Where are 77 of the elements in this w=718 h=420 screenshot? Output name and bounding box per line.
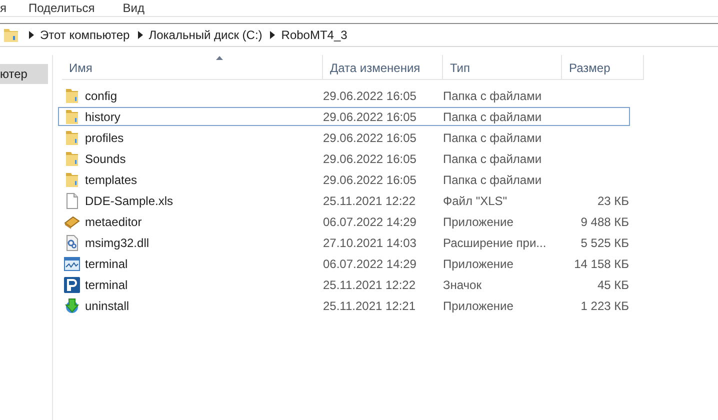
date-modified: 27.10.2021 14:03 bbox=[323, 236, 416, 250]
file-size: 5 525 КБ bbox=[580, 236, 629, 250]
folder-icon bbox=[64, 108, 80, 124]
file-size: 1 223 КБ bbox=[580, 298, 629, 312]
file-name: terminal bbox=[85, 256, 128, 270]
file-name: DDE-Sample.xls bbox=[85, 194, 174, 208]
file-row[interactable]: terminal 06.07.2022 14:29 Приложение 14 158 КБ bbox=[58, 254, 630, 273]
file-type: Расширение при... bbox=[443, 236, 546, 250]
file-row[interactable]: history 29.06.2022 16:05 Папка с файлами bbox=[58, 107, 630, 126]
file-type: Папка с файлами bbox=[443, 152, 542, 166]
file-row[interactable]: uninstall 25.11.2021 12:21 Приложение 1 223 КБ bbox=[58, 296, 630, 315]
date-modified: 29.06.2022 16:05 bbox=[323, 172, 416, 186]
installer-icon bbox=[64, 298, 80, 314]
file-type: Приложение bbox=[443, 256, 514, 270]
file-row[interactable]: terminal 25.11.2021 12:22 Значок 45 КБ bbox=[58, 275, 630, 294]
menu-item[interactable]: я bbox=[0, 1, 6, 15]
file-type: Папка с файлами bbox=[443, 110, 542, 124]
file-name: metaeditor bbox=[85, 214, 142, 228]
chart-window-icon bbox=[64, 256, 80, 272]
column-header[interactable]: Размер bbox=[562, 55, 644, 79]
folder-icon bbox=[64, 172, 80, 188]
file-size: 23 КБ bbox=[597, 194, 629, 208]
file-type: Приложение bbox=[443, 214, 514, 228]
file-row[interactable]: msimg32.dll 27.10.2021 14:03 Расширение при... 5 525 КБ bbox=[58, 233, 630, 252]
file-type: Значок bbox=[443, 278, 482, 292]
file-name: history bbox=[85, 110, 120, 124]
file-row[interactable]: config 29.06.2022 16:05 Папка с файлами bbox=[58, 86, 630, 105]
document-icon bbox=[64, 192, 80, 208]
breadcrumb[interactable]: RoboMT4_3 bbox=[281, 28, 348, 42]
menu-item[interactable]: Поделиться bbox=[28, 1, 95, 15]
folder-icon bbox=[64, 88, 80, 104]
folder-icon bbox=[3, 27, 19, 43]
file-name: uninstall bbox=[85, 298, 130, 312]
file-type: Папка с файлами bbox=[443, 130, 542, 144]
file-size: 45 КБ bbox=[597, 278, 629, 292]
date-modified: 29.06.2022 16:05 bbox=[323, 110, 416, 124]
file-row[interactable]: DDE-Sample.xls 25.11.2021 12:22 Файл "XLS" 23 КБ bbox=[58, 191, 630, 210]
folder-icon bbox=[64, 150, 80, 166]
file-type: Папка с файлами bbox=[443, 172, 542, 186]
file-name: Sounds bbox=[85, 152, 126, 166]
file-row[interactable]: templates 29.06.2022 16:05 Папка с файлами bbox=[58, 170, 630, 189]
file-row[interactable]: profiles 29.06.2022 16:05 Папка с файлами bbox=[58, 128, 630, 147]
file-size: 9 488 КБ bbox=[580, 214, 629, 228]
chevron-icon[interactable] bbox=[270, 31, 276, 39]
file-type: Файл "XLS" bbox=[443, 194, 508, 208]
date-modified: 25.11.2021 12:22 bbox=[323, 278, 416, 292]
file-row[interactable]: metaeditor 06.07.2022 14:29 Приложение 9 488 КБ bbox=[58, 212, 630, 231]
file-name: msimg32.dll bbox=[85, 236, 150, 250]
file-name: templates bbox=[85, 172, 138, 186]
gear-file-icon bbox=[64, 234, 80, 250]
date-modified: 25.11.2021 12:21 bbox=[323, 298, 416, 312]
book-icon bbox=[64, 214, 80, 230]
column-header[interactable]: Тип bbox=[443, 55, 562, 79]
date-modified: 29.06.2022 16:05 bbox=[323, 130, 416, 144]
breadcrumb[interactable]: Этот компьютер bbox=[40, 28, 130, 42]
navigation-item[interactable]: ютер bbox=[0, 64, 48, 84]
date-modified: 29.06.2022 16:05 bbox=[323, 88, 416, 102]
folder-icon bbox=[64, 130, 80, 146]
sort-arrow-icon bbox=[216, 56, 223, 60]
file-name: profiles bbox=[85, 130, 124, 144]
breadcrumb[interactable]: Локальный диск (C:) bbox=[148, 28, 262, 42]
file-type: Приложение bbox=[443, 298, 514, 312]
date-modified: 29.06.2022 16:05 bbox=[323, 152, 416, 166]
column-header[interactable]: Дата изменения bbox=[323, 55, 443, 79]
file-size: 14 158 КБ bbox=[574, 256, 629, 270]
file-type: Папка с файлами bbox=[443, 88, 542, 102]
column-header[interactable]: Имя bbox=[62, 55, 323, 79]
logo-icon bbox=[64, 276, 80, 292]
chevron-icon[interactable] bbox=[29, 31, 34, 39]
menu-item[interactable]: Вид bbox=[122, 1, 144, 15]
chevron-icon[interactable] bbox=[138, 31, 143, 39]
date-modified: 06.07.2022 14:29 bbox=[323, 256, 416, 270]
date-modified: 06.07.2022 14:29 bbox=[323, 214, 416, 228]
file-name: config bbox=[85, 88, 118, 102]
date-modified: 25.11.2021 12:22 bbox=[323, 194, 416, 208]
file-row[interactable]: Sounds 29.06.2022 16:05 Папка с файлами bbox=[58, 149, 630, 168]
file-name: terminal bbox=[85, 278, 128, 292]
